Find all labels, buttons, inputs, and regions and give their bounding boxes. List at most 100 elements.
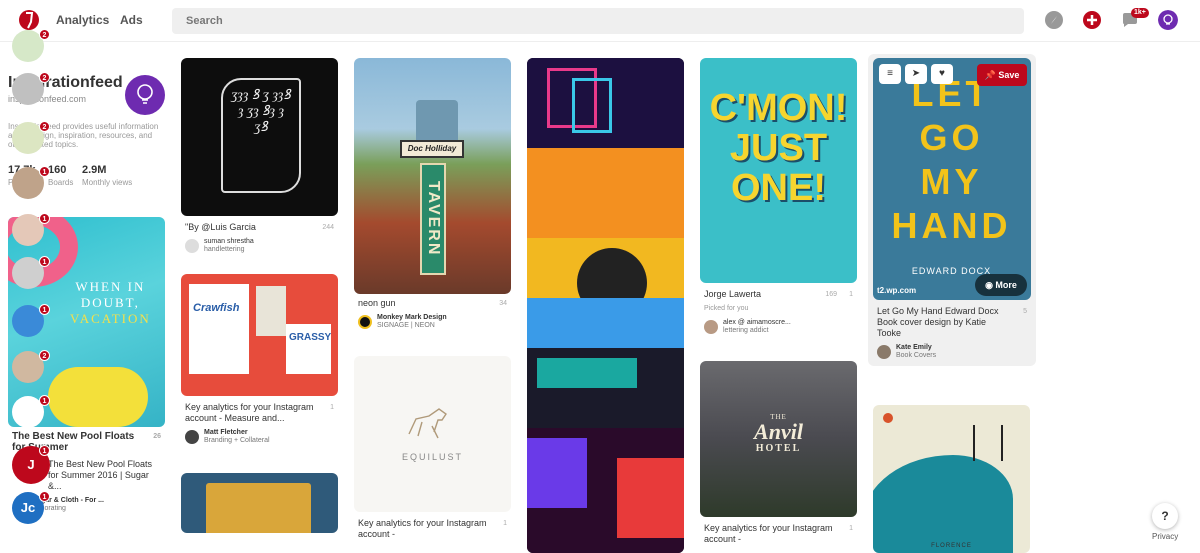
stack-icon[interactable]: ≡: [879, 64, 901, 84]
pin-attribution[interactable]: Kate Emily Book Covers: [873, 344, 1031, 360]
notification-badge: 1: [39, 213, 50, 224]
heart-icon[interactable]: ♥: [931, 64, 953, 84]
pin-column-1: ʒȝȝ ꝸ ʒ ȝȝꝸ ȝ ʒȝ ꝸȝ ȝ ʒꝸ "By @Luis Garci…: [181, 58, 338, 533]
pin-image[interactable]: LET GO MY HAND EDWARD DOCX ≡ ➤ ♥ 📌 Save …: [873, 58, 1031, 300]
pin-glitch-art[interactable]: [527, 58, 684, 553]
repin-count: 1: [849, 525, 853, 532]
pin-title: "By @Luis Garcia 244: [185, 222, 334, 232]
pin-attribution[interactable]: suman shrestha handlettering: [181, 238, 338, 254]
pin-anvil-hotel[interactable]: THE Anvil HOTEL Key analytics for your I…: [700, 361, 857, 545]
source-domain[interactable]: t2.wp.com: [877, 286, 916, 295]
notification-badge: 1: [39, 445, 50, 456]
florence-title: FLORENCE: [931, 543, 972, 549]
help-button[interactable]: ?: [1152, 503, 1178, 529]
pin-title: Key analytics for your Instagram account…: [358, 518, 507, 539]
anvil-hotel-text: HOTEL: [755, 443, 802, 454]
notification-badge: 2: [39, 29, 50, 40]
equilust-logo-text: EQUILUST: [401, 452, 463, 462]
pin-title: Key analytics for your Instagram account…: [185, 402, 334, 423]
notification-badge: 2: [39, 72, 50, 83]
repin-count: 34: [499, 300, 507, 307]
pin-image[interactable]: Doc Holliday TAVERN: [354, 58, 511, 294]
messages-badge: 1k+: [1131, 8, 1149, 18]
stat-boards-label: Boards: [48, 178, 74, 187]
repin-count: 5: [1023, 308, 1027, 315]
top-bar: Analytics Ads Search 1k+: [0, 0, 1200, 42]
pin-user-name[interactable]: suman shrestha: [204, 238, 254, 246]
pin-image[interactable]: FLORENCE: [873, 405, 1030, 553]
notification-badge: 1: [39, 166, 50, 177]
cover-line-4: HAND: [891, 205, 1012, 246]
lettering-line-2: JUST: [729, 127, 828, 169]
notification-badge: 2: [39, 350, 50, 361]
pin-user-name[interactable]: Kate Emily: [896, 344, 936, 352]
pin-let-go-my-hand[interactable]: LET GO MY HAND EDWARD DOCX ≡ ➤ ♥ 📌 Save …: [868, 54, 1036, 366]
pin-cmon-just-one[interactable]: C'MON! JUST ONE! Jorge Lawerta 169 1 Picke…: [700, 58, 857, 335]
notification-badge: 1: [39, 256, 50, 267]
privacy-link[interactable]: Privacy: [1152, 532, 1178, 541]
pin-board-name[interactable]: SIGNAGE | NEON: [377, 322, 447, 330]
pinterest-logo-icon[interactable]: [18, 6, 40, 32]
pin-attribution[interactable]: Matt Fletcher Branding + Collateral: [181, 429, 338, 445]
pin-user-name[interactable]: Matt Fletcher: [204, 429, 270, 437]
lettering-line-1: C'MON!: [709, 87, 848, 129]
picked-for-you-label: Picked for you: [704, 305, 749, 312]
repin-count: 1: [503, 520, 507, 527]
repin-count: 169: [825, 291, 837, 298]
horse-icon: [408, 408, 447, 439]
pin-image[interactable]: EQUILUST: [354, 356, 511, 512]
pin-image[interactable]: [527, 58, 684, 553]
pin-image[interactable]: ʒȝȝ ꝸ ʒ ȝȝꝸ ȝ ʒȝ ꝸȝ ȝ ʒꝸ: [181, 58, 338, 216]
nav-analytics[interactable]: Analytics: [56, 13, 109, 27]
pin-board-name[interactable]: handlettering: [204, 246, 254, 254]
save-label: Save: [998, 70, 1020, 80]
stat-boards-value[interactable]: 160: [48, 164, 66, 176]
repin-count: 1: [330, 404, 334, 411]
repin-count: 244: [322, 224, 334, 231]
pin-attribution[interactable]: alex @ aimamoscre... lettering addict: [700, 319, 857, 335]
pin-image[interactable]: Crawfish GRASSY: [181, 274, 338, 396]
like-count: 1: [849, 291, 853, 298]
notification-badge: 1: [39, 491, 50, 502]
pin-image-poster[interactable]: [181, 473, 338, 533]
user-avatar[interactable]: [185, 430, 199, 444]
more-button[interactable]: ◉ More: [975, 274, 1027, 296]
pin-title: neon gun 34: [358, 298, 507, 308]
stat-views-label: Monthly views: [82, 178, 133, 187]
save-button[interactable]: 📌 Save: [977, 64, 1027, 86]
pin-luis-garcia[interactable]: ʒȝȝ ꝸ ʒ ȝȝꝸ ȝ ʒȝ ꝸȝ ȝ ʒꝸ "By @Luis Garci…: [181, 58, 338, 254]
pin-title: Jorge Lawerta 169 1: [704, 289, 853, 299]
pin-board-name[interactable]: Book Covers: [896, 352, 936, 360]
pin-image[interactable]: THE Anvil HOTEL: [700, 361, 857, 517]
pin-user-name[interactable]: alex @ aimamoscre...: [723, 319, 791, 327]
pin-crawfish-boil[interactable]: Crawfish GRASSY Key analytics for your I…: [181, 274, 338, 445]
create-pin-icon[interactable]: [1082, 10, 1102, 30]
profile-avatar-icon[interactable]: [1158, 10, 1178, 30]
pin-title: Key analytics for your Instagram account…: [704, 523, 853, 544]
profile-avatar[interactable]: [125, 75, 165, 115]
user-avatar[interactable]: [704, 320, 718, 334]
cover-line-2: GO: [919, 117, 984, 158]
sign-top-label: Doc Holliday: [400, 140, 464, 158]
compass-icon[interactable]: [1044, 10, 1064, 30]
sign-main-label: TAVERN: [420, 163, 446, 275]
pin-attribution[interactable]: Monkey Mark Design SIGNAGE | NEON: [354, 314, 511, 330]
notification-badge: 2: [39, 121, 50, 132]
user-avatar[interactable]: [358, 315, 372, 329]
send-icon[interactable]: ➤: [905, 64, 927, 84]
repin-count: 26: [153, 433, 161, 440]
user-avatar[interactable]: [877, 345, 891, 359]
search-input[interactable]: Search: [172, 8, 1024, 34]
pin-board-name[interactable]: Branding + Collateral: [204, 437, 270, 445]
pin-florence[interactable]: FLORENCE: [873, 405, 1030, 553]
pin-equilust[interactable]: EQUILUST Key analytics for your Instagra…: [354, 356, 511, 540]
user-avatar[interactable]: [185, 239, 199, 253]
lightbulb-icon: [137, 84, 153, 104]
pin-neon-gun[interactable]: Doc Holliday TAVERN neon gun 34 Monkey Ma…: [354, 58, 511, 330]
pin-image[interactable]: C'MON! JUST ONE!: [700, 58, 857, 283]
pin-column-2: Doc Holliday TAVERN neon gun 34 Monkey Ma…: [354, 58, 511, 540]
nav-ads[interactable]: Ads: [120, 13, 143, 27]
pin-user-name[interactable]: Monkey Mark Design: [377, 314, 447, 322]
pin-board-name[interactable]: lettering addict: [723, 327, 791, 335]
lettering-line-3: ONE!: [731, 167, 826, 209]
